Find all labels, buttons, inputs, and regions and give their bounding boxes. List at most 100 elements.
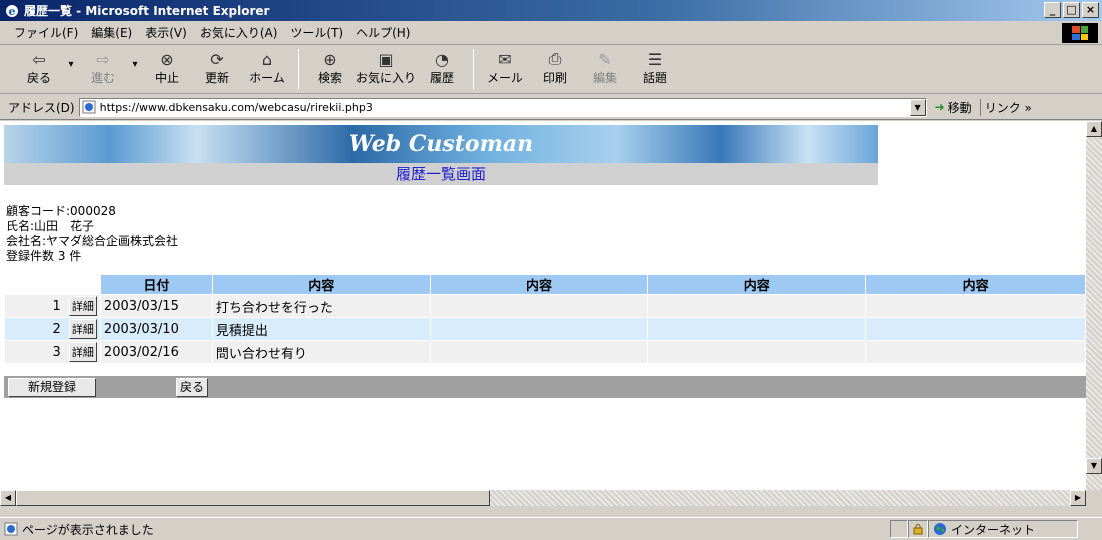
- row-date: 2003/03/10: [99, 317, 213, 341]
- ie-logo-icon: e: [6, 4, 18, 18]
- history-icon: ◔: [435, 49, 449, 69]
- back-dropdown-icon[interactable]: ▾: [64, 49, 78, 70]
- row-content: 見積提出: [211, 317, 431, 341]
- customer-info: 顧客コード:000028 氏名:山田 花子 会社名:ヤマダ総合企画株式会社 登録…: [6, 204, 178, 264]
- home-icon: ⌂: [261, 49, 273, 69]
- column-header-date: 日付: [99, 274, 213, 295]
- mail-button[interactable]: ✉ メール: [480, 49, 530, 86]
- go-arrow-icon: ➜: [934, 100, 945, 114]
- row-content: 打ち合わせを行った: [211, 294, 431, 318]
- scroll-up-icon[interactable]: ▲: [1086, 121, 1102, 137]
- column-header-content: 内容: [647, 274, 867, 295]
- page-banner: Web Customan 履歴一覧画面: [4, 125, 878, 185]
- discuss-icon: ☰: [647, 49, 663, 69]
- detail-button[interactable]: 詳細: [68, 342, 97, 362]
- row-content-empty: [865, 317, 1086, 341]
- new-register-button[interactable]: 新規登録: [8, 378, 96, 397]
- row-content-empty: [865, 294, 1086, 318]
- go-button[interactable]: ➜ 移動: [935, 99, 972, 116]
- address-dropdown-icon[interactable]: ▼: [909, 98, 926, 116]
- row-number: 3: [52, 345, 61, 360]
- row-number: 1: [52, 299, 61, 314]
- mail-icon: ✉: [498, 49, 512, 69]
- back-page-button[interactable]: 戻る: [176, 378, 208, 397]
- brand-title: Web Customan: [348, 131, 534, 157]
- discuss-button[interactable]: ☰ 話題: [630, 49, 680, 86]
- menu-tools[interactable]: ツール(T): [290, 24, 343, 41]
- scroll-down-icon[interactable]: ▼: [1086, 458, 1102, 474]
- menu-edit[interactable]: 編集(E): [91, 24, 132, 41]
- forward-dropdown-icon[interactable]: ▾: [128, 49, 142, 70]
- column-header-content: 内容: [865, 274, 1086, 295]
- address-bar: アドレス(D) https://www.dbkensaku.com/webcas…: [0, 95, 1102, 120]
- edit-icon: ✎: [598, 49, 612, 69]
- row-content: 問い合わせ有り: [211, 340, 431, 364]
- detail-button[interactable]: 詳細: [68, 296, 97, 316]
- row-content-empty: [429, 317, 649, 341]
- company-name: 会社名:ヤマダ総合企画株式会社: [6, 234, 179, 248]
- history-table: 日付 内容 内容 内容 内容 1 詳細 2003/03/15 打ち合わせを行った…: [4, 274, 1086, 364]
- table-header: 日付 内容 内容 内容 内容: [4, 274, 1086, 295]
- horizontal-scrollbar[interactable]: ◀ ▶: [0, 490, 1086, 506]
- address-url: https://www.dbkensaku.com/webcasu/rireki…: [99, 100, 373, 114]
- row-number: 2: [52, 322, 61, 337]
- record-count: 登録件数 3 件: [6, 249, 82, 263]
- horizontal-scroll-thumb[interactable]: [16, 490, 490, 506]
- menu-help[interactable]: ヘルプ(H): [356, 24, 410, 41]
- scroll-left-icon[interactable]: ◀: [0, 490, 16, 506]
- refresh-button[interactable]: ⟳ 更新: [192, 49, 242, 86]
- svg-text:e: e: [9, 5, 16, 18]
- vertical-scrollbar[interactable]: ▲ ▼: [1086, 121, 1102, 490]
- row-content-empty: [865, 340, 1086, 364]
- status-bar: ページが表示されました インターネット: [0, 517, 1102, 540]
- history-button[interactable]: ◔ 履歴: [417, 49, 467, 86]
- row-content-empty: [647, 317, 867, 341]
- edit-button[interactable]: ✎ 編集: [580, 49, 630, 86]
- search-icon: ⊕: [323, 49, 337, 69]
- home-button[interactable]: ⌂ ホーム: [242, 49, 292, 86]
- stop-button[interactable]: ⊗ 中止: [142, 49, 192, 86]
- minimize-button[interactable]: _: [1044, 2, 1061, 18]
- printer-icon: ⎙: [548, 49, 562, 68]
- toolbar: ⇦ 戻る ▾ ⇨ 進む ▾ ⊗ 中止 ⟳ 更新 ⌂ ホーム ⊕ 検索 ▣ お気に…: [0, 46, 1102, 94]
- globe-icon: [934, 523, 946, 535]
- column-header-content: 内容: [429, 274, 649, 295]
- browser-content: Web Customan 履歴一覧画面 顧客コード:000028 氏名:山田 花…: [0, 121, 1086, 490]
- scroll-right-icon[interactable]: ▶: [1070, 490, 1086, 506]
- page-icon: [82, 100, 96, 114]
- security-zone: インターネット: [928, 520, 1078, 538]
- row-date: 2003/03/15: [99, 294, 213, 318]
- table-row: 3 詳細 2003/02/16 問い合わせ有り: [4, 340, 1086, 364]
- back-button[interactable]: ⇦ 戻る: [14, 49, 64, 86]
- row-content-empty: [429, 294, 649, 318]
- maximize-button[interactable]: □: [1063, 2, 1080, 18]
- favorites-button[interactable]: ▣ お気に入り: [355, 49, 417, 86]
- address-label: アドレス(D): [8, 100, 75, 115]
- refresh-icon: ⟳: [210, 49, 224, 69]
- page-icon: [4, 522, 18, 536]
- print-button[interactable]: ⎙ 印刷: [530, 49, 580, 86]
- address-input[interactable]: https://www.dbkensaku.com/webcasu/rireki…: [78, 97, 927, 117]
- detail-button[interactable]: 詳細: [68, 319, 97, 339]
- status-cell-empty: [890, 520, 908, 538]
- forward-button[interactable]: ⇨ 進む: [78, 49, 128, 86]
- forward-arrow-icon: ⇨: [96, 49, 110, 69]
- row-content-empty: [429, 340, 649, 364]
- menu-file[interactable]: ファイル(F): [14, 24, 78, 41]
- links-toolbar[interactable]: リンク »: [979, 98, 1032, 116]
- menu-bar: ファイル(F) 編集(E) 表示(V) お気に入り(A) ツール(T) ヘルプ(…: [0, 21, 1102, 45]
- row-content-empty: [647, 340, 867, 364]
- lock-icon: [908, 520, 928, 538]
- menu-favorites[interactable]: お気に入り(A): [200, 24, 278, 41]
- customer-name: 氏名:山田 花子: [6, 219, 95, 233]
- row-content-empty: [647, 294, 867, 318]
- search-button[interactable]: ⊕ 検索: [305, 49, 355, 86]
- table-row: 1 詳細 2003/03/15 打ち合わせを行った: [4, 294, 1086, 318]
- menu-view[interactable]: 表示(V): [145, 24, 187, 41]
- table-row: 2 詳細 2003/03/10 見積提出: [4, 317, 1086, 341]
- page-subtitle: 履歴一覧画面: [4, 163, 878, 185]
- window-title: 履歴一覧 - Microsoft Internet Explorer: [24, 4, 270, 18]
- toolbar-divider: [298, 49, 299, 89]
- close-button[interactable]: ×: [1082, 2, 1099, 18]
- status-message: ページが表示されました: [0, 521, 890, 538]
